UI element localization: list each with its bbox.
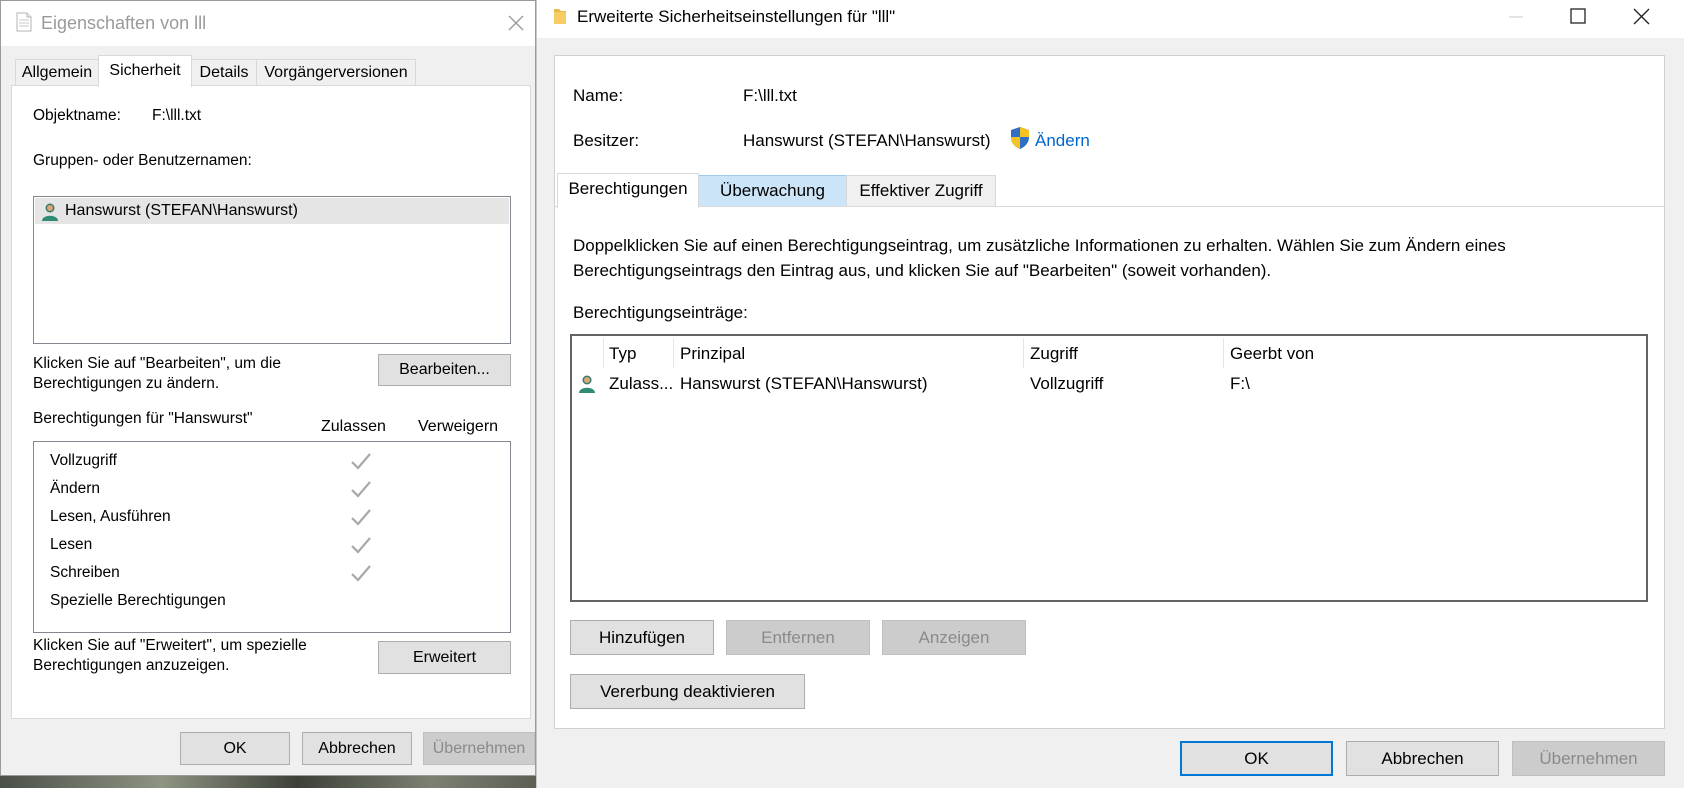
permission-name: Ändern: [50, 480, 100, 497]
tab-separator: [554, 206, 1665, 207]
column-header-prinzipal[interactable]: Prinzipal: [680, 344, 745, 364]
column-header-typ[interactable]: Typ: [609, 344, 636, 364]
column-divider: [1223, 338, 1224, 368]
name-label: Name:: [573, 86, 624, 105]
allow-checkmark-icon: [351, 509, 371, 526]
column-header-geerbt-von[interactable]: Geerbt von: [1230, 344, 1314, 364]
add-button[interactable]: Hinzufügen: [570, 620, 714, 655]
tab-ueberwachung[interactable]: Überwachung: [698, 175, 847, 207]
permissions-for-label: Berechtigungen für "Hanswurst": [33, 410, 253, 427]
advanced-hint-line1: Klicken Sie auf "Erweitert", um speziell…: [33, 637, 307, 654]
cell-principal: Hanswurst (STEFAN\Hanswurst): [680, 374, 928, 393]
close-icon[interactable]: [506, 13, 526, 33]
allow-checkmark-icon: [351, 565, 371, 582]
remove-button[interactable]: Entfernen: [726, 620, 870, 655]
text-document-icon: [16, 12, 32, 32]
properties-dialog: Eigenschaften von lll Allgemein Sicherhe…: [0, 0, 536, 776]
advanced-security-title: Erweiterte Sicherheitseinstellungen für …: [577, 7, 896, 26]
owner-value: Hanswurst (STEFAN\Hanswurst): [743, 131, 991, 150]
groups-label: Gruppen- oder Benutzernamen:: [33, 152, 252, 169]
edit-hint-line1: Klicken Sie auf "Bearbeiten", um die: [33, 355, 281, 372]
cell-inherited-from: F:\: [1230, 374, 1250, 393]
edit-hint-line2: Berechtigungen zu ändern.: [33, 375, 220, 392]
change-owner-link[interactable]: Ändern: [1035, 131, 1090, 151]
permission-entries-table[interactable]: Typ Prinzipal Zugriff Geerbt von Zulass.…: [570, 334, 1648, 602]
permission-name: Lesen: [50, 536, 93, 553]
user-name: Hanswurst (STEFAN\Hanswurst): [65, 202, 298, 219]
tab-details[interactable]: Details: [191, 59, 257, 85]
tab-berechtigungen[interactable]: Berechtigungen: [557, 173, 699, 208]
properties-titlebar: Eigenschaften von lll: [1, 1, 535, 46]
allow-checkmark-icon: [351, 537, 371, 554]
users-list[interactable]: Hanswurst (STEFAN\Hanswurst): [33, 196, 511, 344]
permission-name: Schreiben: [50, 564, 120, 581]
list-item[interactable]: Hanswurst (STEFAN\Hanswurst): [35, 198, 509, 224]
edit-button[interactable]: Bearbeiten...: [378, 354, 511, 386]
permission-name: Vollzugriff: [50, 452, 117, 469]
table-row[interactable]: Zulass... Hanswurst (STEFAN\Hanswurst) V…: [572, 370, 1646, 398]
advanced-security-titlebar: Erweiterte Sicherheitseinstellungen für …: [537, 0, 1684, 38]
disable-inheritance-button[interactable]: Vererbung deaktivieren: [570, 674, 805, 709]
ok-button[interactable]: OK: [1180, 741, 1333, 776]
ok-button[interactable]: OK: [180, 732, 290, 765]
owner-label: Besitzer:: [573, 131, 640, 150]
user-icon: [579, 375, 595, 393]
apply-button[interactable]: Übernehmen: [423, 732, 535, 765]
tab-sicherheit[interactable]: Sicherheit: [98, 55, 192, 87]
apply-button[interactable]: Übernehmen: [1512, 741, 1665, 776]
close-icon[interactable]: [1612, 2, 1670, 36]
advanced-button[interactable]: Erweitert: [378, 641, 511, 674]
allow-checkmark-icon: [351, 453, 371, 470]
description-line2: Berechtigungseintrags den Eintrag aus, u…: [573, 261, 1272, 280]
cell-type: Zulass...: [609, 374, 674, 393]
permissions-list[interactable]: Vollzugriff Ändern Lesen, Ausführen Lese…: [33, 441, 511, 633]
allow-column-header: Zulassen: [321, 418, 386, 435]
column-divider: [673, 338, 674, 368]
advanced-hint-line2: Berechtigungen anzuzeigen.: [33, 657, 230, 674]
minimize-icon[interactable]: [1487, 2, 1545, 36]
column-header-zugriff[interactable]: Zugriff: [1030, 344, 1078, 364]
folder-icon: [554, 9, 566, 24]
allow-checkmark-icon: [351, 481, 371, 498]
cancel-button[interactable]: Abbrechen: [302, 732, 412, 765]
maximize-icon[interactable]: [1549, 2, 1607, 36]
name-value: F:\lll.txt: [743, 86, 797, 105]
view-button[interactable]: Anzeigen: [882, 620, 1026, 655]
cell-access: Vollzugriff: [1030, 374, 1104, 393]
uac-shield-icon: [1011, 127, 1029, 149]
properties-title: Eigenschaften von lll: [41, 13, 207, 33]
tab-allgemein[interactable]: Allgemein: [15, 59, 99, 85]
cancel-button[interactable]: Abbrechen: [1346, 741, 1499, 776]
column-divider: [603, 338, 604, 368]
permission-name: Lesen, Ausführen: [50, 508, 171, 525]
object-name-label: Objektname:: [33, 107, 121, 124]
description-line1: Doppelklicken Sie auf einen Berechtigung…: [573, 236, 1506, 255]
column-divider: [1023, 338, 1024, 368]
entries-label: Berechtigungseinträge:: [573, 303, 748, 322]
object-name-value: F:\lll.txt: [152, 107, 202, 124]
tab-effektiver-zugriff[interactable]: Effektiver Zugriff: [846, 175, 996, 207]
user-icon: [42, 203, 58, 221]
deny-column-header: Verweigern: [418, 418, 499, 435]
permission-name: Spezielle Berechtigungen: [50, 592, 226, 609]
tab-vorgaengerversionen[interactable]: Vorgängerversionen: [256, 59, 416, 85]
